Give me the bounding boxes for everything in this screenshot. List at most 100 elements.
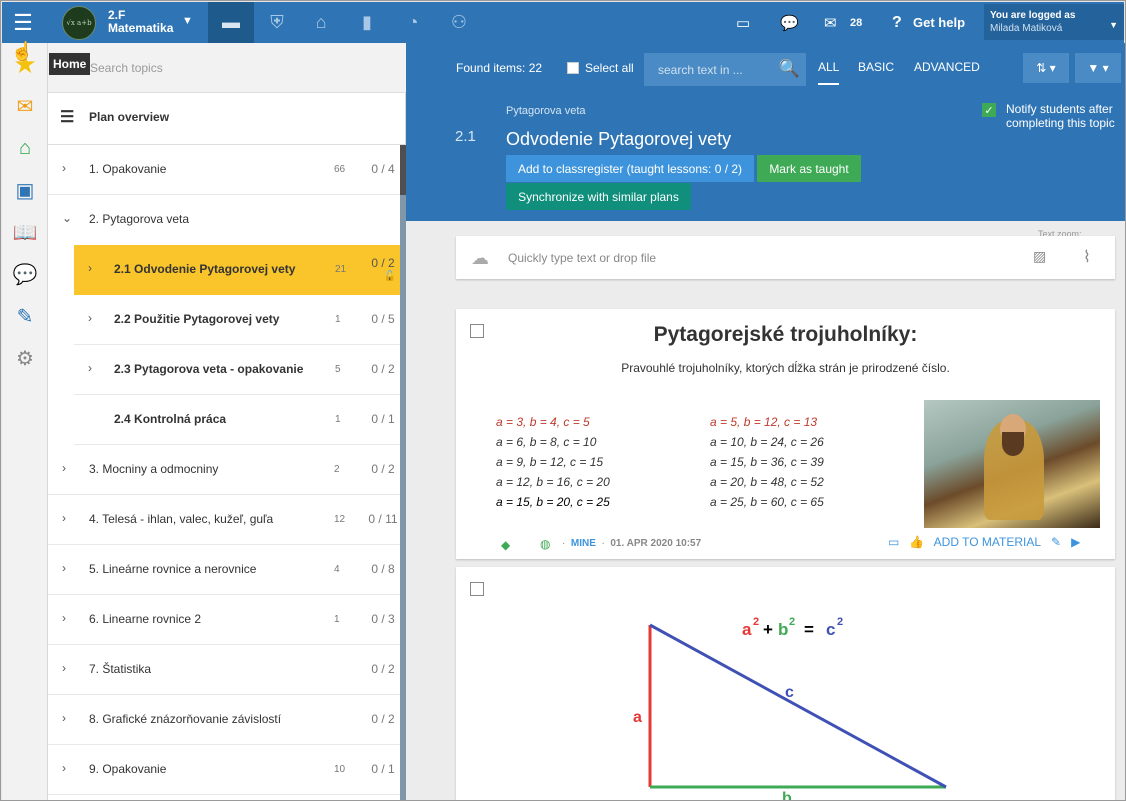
select-all-label[interactable]: Select all: [585, 61, 634, 75]
tab-basic[interactable]: BASIC: [858, 60, 894, 74]
topic-row[interactable]: ⌄ 2. Pytagorova veta: [48, 195, 406, 245]
paperclip-icon[interactable]: ⌇: [1083, 247, 1091, 267]
plan-overview-label: Plan overview: [89, 110, 170, 124]
topic-row[interactable]: › 6. Linearne rovnice 2 1 0 / 3: [48, 595, 406, 645]
institution-icon[interactable]: ⌂: [298, 2, 344, 43]
chevron-right-icon[interactable]: ›: [62, 661, 66, 675]
topic-search[interactable]: Search topics: [48, 43, 406, 93]
topic-title: Odvodenie Pytagorovej vety: [506, 129, 732, 149]
select-all-checkbox[interactable]: [567, 62, 579, 74]
formula-exp-b: 2: [789, 616, 795, 628]
tag-icon[interactable]: ◆: [501, 538, 510, 552]
chevron-right-icon[interactable]: ›: [62, 711, 66, 725]
cloud-upload-icon[interactable]: ☁: [471, 248, 489, 269]
cast-icon[interactable]: ▭: [888, 535, 899, 549]
class-selector[interactable]: 2.F Matematika: [108, 9, 173, 35]
chevron-right-icon[interactable]: ›: [88, 261, 92, 275]
like-icon[interactable]: 👍: [909, 535, 924, 549]
mail-icon[interactable]: ✉: [824, 2, 837, 43]
students-icon[interactable]: ⚇: [436, 2, 482, 43]
cast-icon[interactable]: ▭: [736, 2, 750, 43]
content-search-input[interactable]: [644, 53, 772, 86]
play-icon[interactable]: ▶: [1071, 535, 1080, 549]
notify-checkbox[interactable]: ✓: [982, 103, 996, 117]
search-icon[interactable]: 🔍: [779, 59, 800, 79]
triple-row: a = 15, b = 36, c = 39: [710, 455, 824, 469]
pythagoras-formula: a 2 + b 2 = c 2: [742, 616, 843, 639]
topic-row[interactable]: › 8. Grafické znázorňovanie závislostí 0…: [48, 695, 406, 745]
triple-row: a = 12, b = 16, c = 20: [496, 475, 610, 489]
bar-chart-icon[interactable]: ▮: [344, 2, 390, 43]
chat-icon[interactable]: 💬: [780, 2, 799, 43]
topic-label: 6. Linearne rovnice 2: [89, 612, 202, 626]
help-icon[interactable]: ?: [892, 2, 902, 43]
topic-label: 5. Lineárne rovnice a nerovnice: [89, 562, 257, 576]
mail-icon[interactable]: ✉: [10, 91, 40, 121]
pythagoras-beard: [1002, 432, 1024, 456]
topic-progress: 0 / 2: [371, 462, 395, 476]
chevron-right-icon[interactable]: ›: [62, 461, 66, 475]
home-tooltip: Home: [49, 53, 91, 75]
discussion-icon[interactable]: 💬: [10, 259, 40, 289]
top-bar: ☰ √x a+b 2.F Matematika ▼ ▬ ⛨ ⌂ ▮ ◔ ⚇ ▭ …: [2, 2, 1124, 43]
user-menu[interactable]: You are logged as Milada Matiková ▼: [984, 4, 1124, 40]
parent-topic: Pytagorova veta: [506, 105, 586, 117]
quick-input[interactable]: ☁ Quickly type text or drop file ▨ ⌇: [456, 236, 1115, 279]
chevron-right-icon[interactable]: ›: [62, 161, 66, 175]
get-help-link[interactable]: Get help: [913, 2, 965, 43]
plan-overview[interactable]: ☰ Plan overview: [48, 93, 406, 145]
card-meta: · MINE · 01. APR 2020 10:57: [562, 538, 702, 549]
briefcase-icon[interactable]: ▬: [208, 2, 254, 43]
image-icon[interactable]: ▨: [1033, 248, 1046, 265]
chevron-right-icon[interactable]: ›: [62, 761, 66, 775]
label-c: c: [785, 684, 794, 701]
app-window: ☰ √x a+b 2.F Matematika ▼ ▬ ⛨ ⌂ ▮ ◔ ⚇ ▭ …: [0, 0, 1126, 801]
topic-label: 8. Grafické znázorňovanie závislostí: [89, 712, 282, 726]
add-to-material-link[interactable]: ADD TO MATERIAL: [934, 535, 1041, 549]
topic-progress: 0 / 2: [371, 712, 395, 726]
chevron-down-icon[interactable]: ⌄: [62, 211, 72, 225]
sort-button[interactable]: ⇅ ▾: [1023, 53, 1069, 83]
chevron-right-icon[interactable]: ›: [88, 311, 92, 325]
topic-progress: 0 / 2: [371, 662, 395, 676]
gauge-icon[interactable]: ◔: [390, 2, 436, 43]
pen-icon[interactable]: ✎: [10, 301, 40, 331]
topic-row[interactable]: › 9. Opakovanie 10 0 / 1: [48, 745, 406, 795]
globe-icon[interactable]: ◍: [540, 537, 550, 551]
subtopic-label: 2.1 Odvodenie Pytagorovej vety: [114, 262, 296, 276]
topic-row[interactable]: › 1. Opakovanie 66 0 / 4: [48, 145, 406, 195]
edit-icon[interactable]: ✎: [1051, 535, 1061, 549]
add-to-classregister-button[interactable]: Add to classregister (taught lessons: 0 …: [506, 155, 754, 182]
mark-as-taught-button[interactable]: Mark as taught: [757, 155, 861, 182]
chevron-down-icon: ▼: [1109, 20, 1118, 30]
subtopic-label: 2.2 Použitie Pytagorovej vety: [114, 312, 280, 326]
topic-count: 10: [334, 764, 346, 775]
shield-icon[interactable]: ⛨: [254, 2, 300, 43]
chevron-right-icon[interactable]: ›: [62, 511, 66, 525]
gear-icon[interactable]: ⚙: [10, 343, 40, 373]
caret-down-icon[interactable]: ▼: [182, 15, 193, 27]
synchronize-button[interactable]: Synchronize with similar plans: [506, 183, 691, 210]
triple-row: a = 9, b = 12, c = 15: [496, 455, 604, 469]
tab-advanced[interactable]: ADVANCED: [914, 60, 980, 74]
subtopic-row[interactable]: › 2.3 Pytagorova veta - opakovanie 5 0 /…: [74, 345, 406, 395]
pointer-cursor-icon: ☝: [11, 41, 34, 61]
chevron-right-icon[interactable]: ›: [62, 611, 66, 625]
topic-row[interactable]: › 4. Telesá - ihlan, valec, kužeľ, guľa …: [48, 495, 406, 545]
subject-name: Matematika: [108, 21, 174, 35]
menu-icon[interactable]: ☰: [2, 2, 44, 43]
subtopic-row-active[interactable]: › 2.1 Odvodenie Pytagorovej vety 21 0 / …: [74, 245, 406, 295]
subtopic-row[interactable]: › 2.2 Použitie Pytagorovej vety 1 0 / 5: [74, 295, 406, 345]
subtopic-row[interactable]: 2.4 Kontrolná práca 1 0 / 1: [74, 395, 406, 445]
chevron-right-icon[interactable]: ›: [88, 361, 92, 375]
tab-all[interactable]: ALL: [818, 60, 840, 85]
home-icon[interactable]: ⌂: [10, 133, 40, 163]
chevron-right-icon[interactable]: ›: [62, 561, 66, 575]
book-icon[interactable]: 📖: [10, 217, 40, 247]
filter-button[interactable]: ▼ ▾: [1075, 53, 1121, 83]
class-avatar: √x a+b: [62, 6, 96, 40]
topic-row[interactable]: › 5. Lineárne rovnice a nerovnice 4 0 / …: [48, 545, 406, 595]
topic-row[interactable]: › 3. Mocniny a odmocniny 2 0 / 2: [48, 445, 406, 495]
topic-row[interactable]: › 7. Štatistika 0 / 2: [48, 645, 406, 695]
notebook-icon[interactable]: ▣: [10, 175, 40, 205]
